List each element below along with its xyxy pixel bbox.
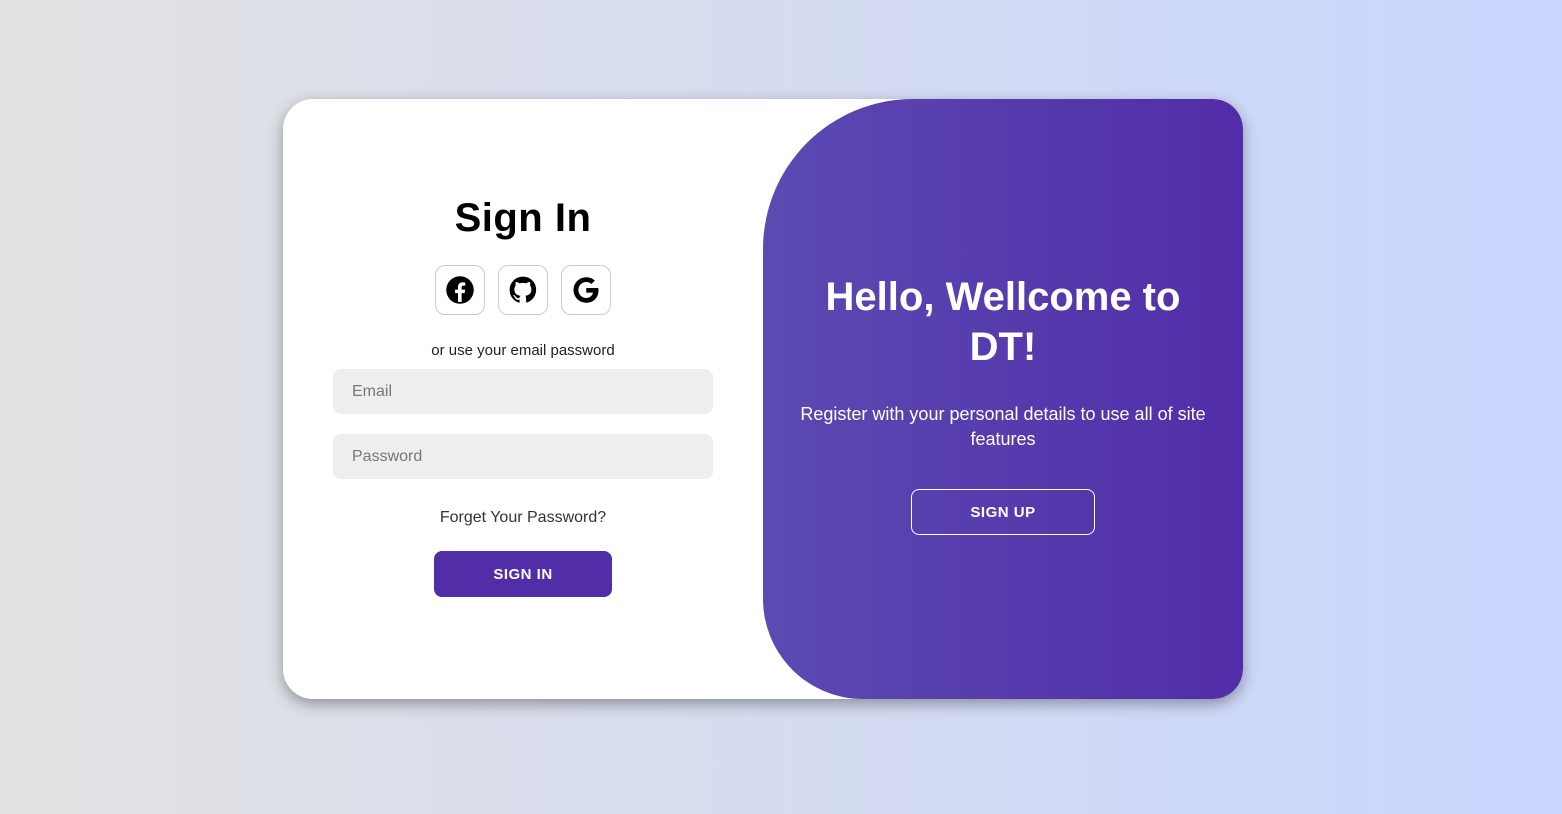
facebook-login-button[interactable] bbox=[435, 265, 485, 315]
sign-up-button[interactable]: SIGN UP bbox=[911, 489, 1095, 535]
forgot-password-link[interactable]: Forget Your Password? bbox=[440, 509, 606, 527]
sign-in-button[interactable]: SIGN IN bbox=[434, 551, 612, 597]
github-login-button[interactable] bbox=[498, 265, 548, 315]
sign-in-form: Sign In or use your email password Email… bbox=[283, 99, 763, 699]
auth-card: Sign In or use your email password Email… bbox=[283, 99, 1243, 699]
welcome-subtitle: Register with your personal details to u… bbox=[800, 404, 1206, 449]
facebook-icon bbox=[446, 276, 474, 304]
github-icon bbox=[509, 276, 537, 303]
sign-in-title: Sign In bbox=[454, 196, 592, 240]
password-input[interactable] bbox=[333, 434, 713, 479]
google-icon bbox=[573, 277, 599, 303]
welcome-title: Hello, Wellcome to DT! bbox=[825, 275, 1181, 369]
alt-login-text: or use your email password bbox=[431, 342, 615, 359]
google-login-button[interactable] bbox=[561, 265, 611, 315]
welcome-panel: Hello, Wellcome to DT! Register with you… bbox=[763, 99, 1243, 699]
email-input[interactable] bbox=[333, 369, 713, 414]
social-login-group bbox=[435, 265, 611, 315]
